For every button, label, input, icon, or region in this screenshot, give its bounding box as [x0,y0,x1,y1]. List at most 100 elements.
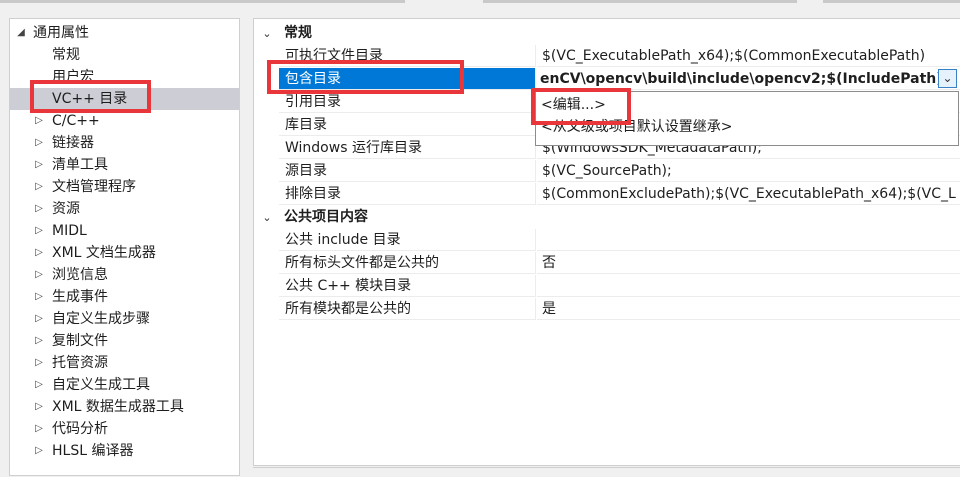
collapsed-arrow-icon[interactable]: ▷ [32,220,46,242]
tree-item-label: 资源 [52,201,80,217]
property-value[interactable]: $(CommonExcludePath);$(VC_ExecutablePath… [537,183,960,205]
tree-item-label: 用户宏 [52,69,94,85]
collapsed-arrow-icon[interactable]: ▷ [32,264,46,286]
property-name: 公共 C++ 模块目录 [279,275,536,297]
section-title: 公共项目内容 [284,209,368,225]
property-value-input[interactable]: enCV\opencv\build\include\opencv2;$(Incl… [537,68,960,90]
property-row-exclude-dirs[interactable]: 排除目录 $(CommonExcludePath);$(VC_Executabl… [279,183,960,206]
top-strip [0,0,960,6]
property-name: 源目录 [279,160,536,182]
expanded-arrow-icon[interactable]: ◢ [14,22,28,44]
collapsed-arrow-icon[interactable]: ▷ [32,198,46,220]
tree-item-label: C/C++ [52,113,100,129]
tree-item-code-analysis[interactable]: ▷ 代码分析 [10,418,239,440]
property-name: 库目录 [279,114,536,136]
property-name: 可执行文件目录 [279,45,536,67]
tree-item-label: 通用属性 [33,25,89,41]
collapsed-arrow-icon[interactable]: ▷ [32,308,46,330]
collapsed-arrow-icon[interactable]: ▷ [32,396,46,418]
collapsed-arrow-icon[interactable]: ▷ [32,132,46,154]
tree-item-browse-information[interactable]: ▷ 浏览信息 [10,264,239,286]
property-value[interactable] [537,229,960,251]
tree-item-midl[interactable]: ▷ MIDL [10,220,239,242]
property-name: Windows 运行库目录 [279,137,536,159]
tree-item-label: 文档管理程序 [52,179,136,195]
property-row-public-include-dirs[interactable]: 公共 include 目录 [279,229,960,252]
section-general[interactable]: ⌄ 常规 [254,22,960,45]
collapsed-arrow-icon[interactable]: ▷ [32,352,46,374]
tree-item-hlsl-compiler[interactable]: ▷ HLSL 编译器 [10,440,239,462]
tree-item-c-cpp[interactable]: ▷ C/C++ [10,110,239,132]
tree-item-managed-resources[interactable]: ▷ 托管资源 [10,352,239,374]
tree-item-label: 生成事件 [52,289,108,305]
tree-item-custom-build-step[interactable]: ▷ 自定义生成步骤 [10,308,239,330]
collapse-chevron-icon[interactable]: ⌄ [258,206,276,229]
section-title: 常规 [284,25,312,41]
property-grid: ⌄ 常规 可执行文件目录 $(VC_ExecutablePath_x64);$(… [253,18,960,466]
property-name: 所有模块都是公共的 [279,298,536,320]
property-value[interactable]: 是 [537,298,960,320]
tree-item-copy-files[interactable]: ▷ 复制文件 [10,330,239,352]
tree-item-custom-build-tool[interactable]: ▷ 自定义生成工具 [10,374,239,396]
property-value[interactable]: 否 [537,252,960,274]
collapsed-arrow-icon[interactable]: ▷ [32,242,46,264]
tree-item-build-events[interactable]: ▷ 生成事件 [10,286,239,308]
collapsed-arrow-icon[interactable]: ▷ [32,154,46,176]
property-tree: ◢ 通用属性 常规 用户宏 VC++ 目录 ▷ C/C++ ▷ 链接器 ▷ 清单… [9,18,240,476]
tree-item-label: 复制文件 [52,333,108,349]
property-value[interactable] [537,275,960,297]
property-value[interactable]: $(VC_ExecutablePath_x64);$(CommonExecuta… [537,45,960,67]
collapsed-arrow-icon[interactable]: ▷ [32,374,46,396]
collapsed-arrow-icon[interactable]: ▷ [32,418,46,440]
tab-strip-right [823,0,960,3]
grid-gutter [254,19,279,465]
property-name: 公共 include 目录 [279,229,536,251]
property-row-all-headers-public[interactable]: 所有标头文件都是公共的 否 [279,252,960,275]
property-row-executable-dirs[interactable]: 可执行文件目录 $(VC_ExecutablePath_x64);$(Commo… [279,45,960,68]
collapsed-arrow-icon[interactable]: ▷ [32,440,46,462]
collapsed-arrow-icon[interactable]: ▷ [32,330,46,352]
tree-item-manifest-tool[interactable]: ▷ 清单工具 [10,154,239,176]
tree-item-label: MIDL [52,223,87,239]
collapsed-arrow-icon[interactable]: ▷ [32,286,46,308]
property-row-source-dirs[interactable]: 源目录 $(VC_SourcePath); [279,160,960,183]
tree-item-document-manager[interactable]: ▷ 文档管理程序 [10,176,239,198]
tree-item-label: 自定义生成工具 [52,377,150,393]
dropdown-option-inherit[interactable]: <从父级或项目默认设置继承> [541,116,732,138]
chevron-down-icon: ⌄ [942,71,953,85]
tab-strip-mid [483,0,797,3]
tree-item-vc-directories[interactable]: VC++ 目录 [10,88,239,110]
tree-item-xml-data-generator-tool[interactable]: ▷ XML 数据生成器工具 [10,396,239,418]
tree-item-label: XML 文档生成器 [52,245,156,261]
tree-item-label: 链接器 [52,135,94,151]
tree-item-label: XML 数据生成器工具 [52,399,184,415]
section-public-project-content[interactable]: ⌄ 公共项目内容 [254,206,960,229]
tree-item-linker[interactable]: ▷ 链接器 [10,132,239,154]
tree-item-label: 自定义生成步骤 [52,311,150,327]
tree-item-label: 清单工具 [52,157,108,173]
tree-item-label: VC++ 目录 [52,91,128,107]
dropdown-option-edit[interactable]: <编辑...> [541,94,606,116]
tree-item-resources[interactable]: ▷ 资源 [10,198,239,220]
collapsed-arrow-icon[interactable]: ▷ [32,110,46,132]
tree-item-user-macros[interactable]: 用户宏 [10,66,239,88]
value-dropdown-list: <编辑...> <从父级或项目默认设置继承> [535,91,959,146]
tree-item-label: 常规 [52,47,80,63]
tree-item-common-properties[interactable]: ◢ 通用属性 [10,22,239,44]
property-name: 引用目录 [279,91,536,113]
property-row-all-modules-public[interactable]: 所有模块都是公共的 是 [279,298,960,321]
property-name: 排除目录 [279,183,536,205]
tree-item-label: 浏览信息 [52,267,108,283]
property-name: 所有标头文件都是公共的 [279,252,536,274]
collapsed-arrow-icon[interactable]: ▷ [32,176,46,198]
dropdown-button[interactable]: ⌄ [938,69,957,88]
collapse-chevron-icon[interactable]: ⌄ [258,22,276,45]
tree-item-general[interactable]: 常规 [10,44,239,66]
property-value[interactable]: $(VC_SourcePath); [537,160,960,182]
tree-item-label: 代码分析 [52,421,108,437]
tab-strip-left [0,0,405,3]
property-row-public-module-dirs[interactable]: 公共 C++ 模块目录 [279,275,960,298]
property-name: 包含目录 [279,68,536,90]
tree-item-xml-doc-generator[interactable]: ▷ XML 文档生成器 [10,242,239,264]
property-row-include-dirs[interactable]: 包含目录 enCV\opencv\build\include\opencv2;$… [279,68,960,91]
